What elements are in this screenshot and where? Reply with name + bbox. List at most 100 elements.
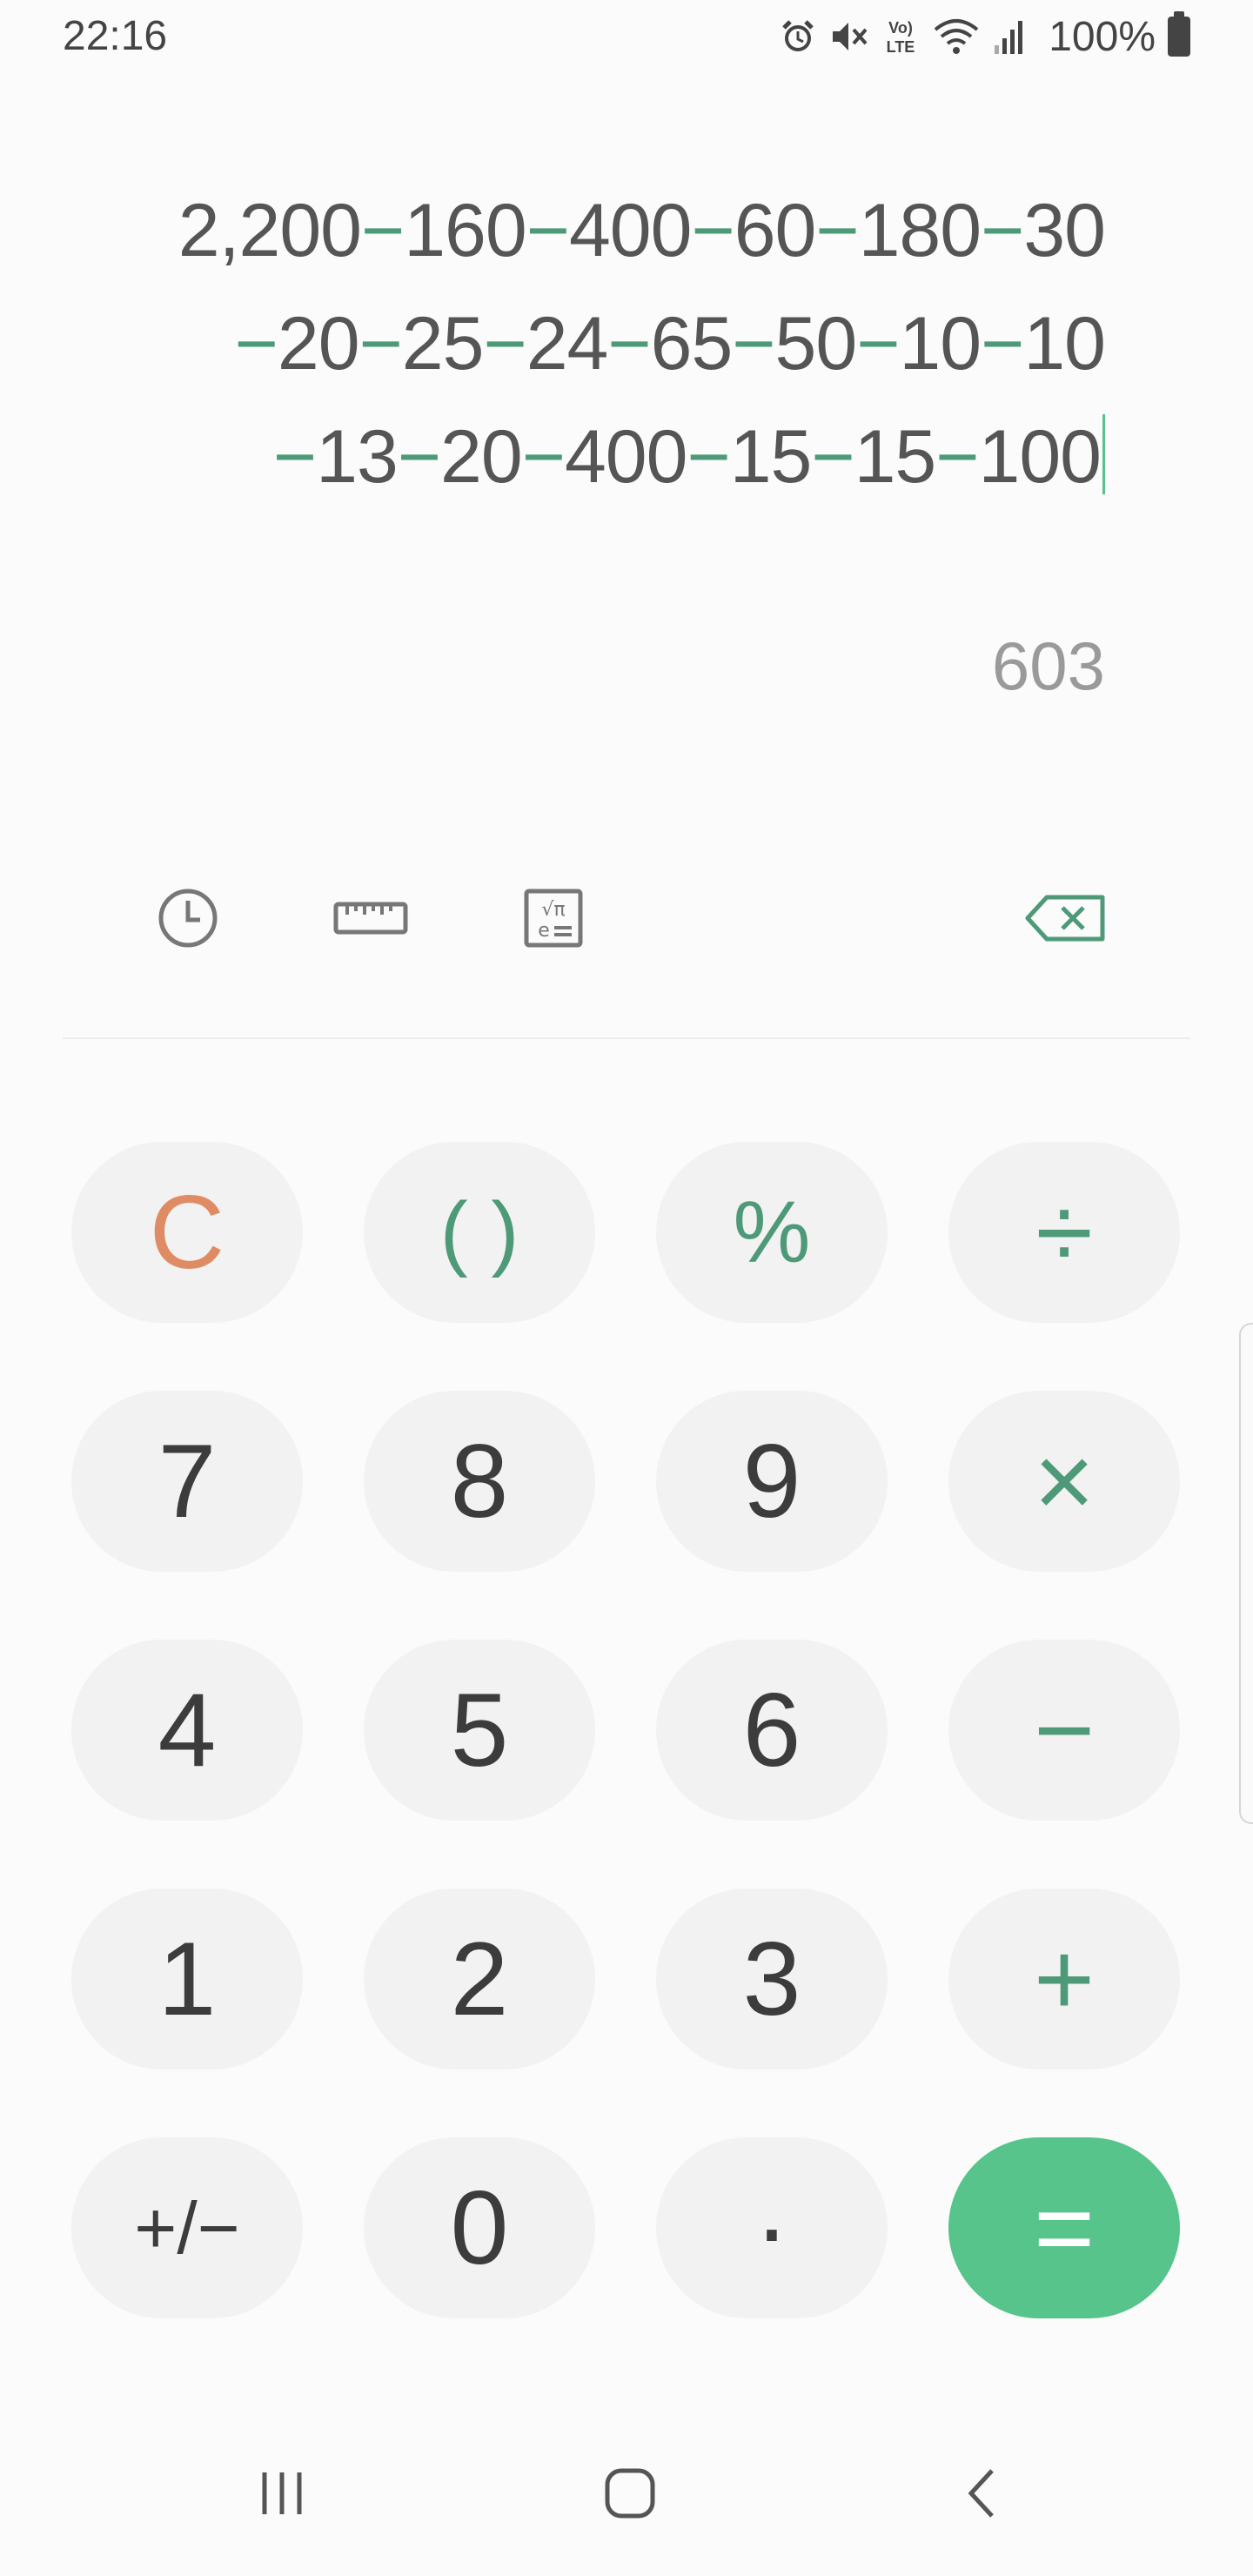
- sign-toggle-button[interactable]: +/−: [71, 2137, 303, 2318]
- equals-button[interactable]: =: [948, 2137, 1180, 2318]
- navigation-bar: [0, 2419, 1253, 2576]
- home-button[interactable]: [578, 2454, 682, 2532]
- recents-button[interactable]: [230, 2454, 334, 2532]
- divide-label: ÷: [1035, 1174, 1093, 1291]
- expression-operator: −: [607, 302, 651, 386]
- volte-icon: Vo) LTE: [887, 19, 915, 56]
- digit-1-label: 1: [157, 1921, 217, 2037]
- expression-line: 2,200−160−400−60−180−30: [148, 174, 1106, 287]
- decimal-button[interactable]: ·: [656, 2137, 888, 2318]
- parentheses-button[interactable]: ( ): [364, 1142, 595, 1323]
- expression-operator: −: [234, 302, 278, 386]
- battery-percent: 100%: [1049, 13, 1156, 60]
- expression-operator: −: [526, 189, 570, 272]
- clear-button[interactable]: C: [71, 1142, 303, 1323]
- expression-number: 180: [858, 189, 982, 272]
- expression-number: 13: [316, 415, 399, 499]
- toolbar: √π e: [0, 870, 1253, 966]
- expression-number: 20: [277, 302, 360, 386]
- parentheses-label: ( ): [439, 1185, 519, 1278]
- backspace-button[interactable]: [1018, 870, 1114, 966]
- percent-button[interactable]: %: [656, 1142, 888, 1323]
- digit-4-button[interactable]: 4: [71, 1640, 303, 1821]
- sign-toggle-label: +/−: [134, 2187, 240, 2269]
- digit-5-label: 5: [450, 1672, 509, 1788]
- backspace-icon: [1025, 895, 1105, 942]
- svg-text:e: e: [538, 920, 550, 942]
- expression-number: 10: [1023, 302, 1106, 386]
- expression-number: 2,200: [178, 189, 362, 272]
- digit-5-button[interactable]: 5: [364, 1640, 595, 1821]
- expression-operator: −: [521, 415, 566, 499]
- status-bar: 22:16 Vo) LTE 100%: [0, 0, 1253, 75]
- expression-number: 400: [564, 415, 687, 499]
- digit-2-label: 2: [450, 1921, 509, 2037]
- unit-converter-button[interactable]: [327, 870, 414, 966]
- minus-label: −: [1033, 1672, 1096, 1788]
- status-time: 22:16: [63, 13, 168, 59]
- expression-number: 20: [440, 415, 523, 499]
- home-icon: [605, 2468, 655, 2519]
- svg-text:√π: √π: [541, 899, 565, 921]
- expression-operator: −: [687, 415, 730, 499]
- status-icons: Vo) LTE 100%: [779, 10, 1190, 63]
- minus-button[interactable]: −: [948, 1640, 1180, 1821]
- svg-text:Vo): Vo): [888, 19, 913, 37]
- expression-display[interactable]: 2,200−160−400−60−180−30 −20−25−24−65−50−1…: [148, 174, 1106, 513]
- expression-line: −13−20−400−15−15−100: [148, 400, 1105, 513]
- multiply-label: ×: [1033, 1423, 1096, 1540]
- digit-8-label: 8: [450, 1423, 509, 1540]
- multiply-button[interactable]: ×: [948, 1391, 1180, 1572]
- digit-6-button[interactable]: 6: [656, 1640, 888, 1821]
- decimal-label: ·: [754, 2170, 789, 2286]
- divider: [63, 1037, 1190, 1039]
- digit-7-label: 7: [157, 1423, 217, 1540]
- expression-number: 65: [650, 302, 734, 386]
- alarm-icon: [782, 20, 814, 51]
- expression-operator: −: [483, 302, 526, 386]
- expression-operator: −: [935, 415, 979, 499]
- divide-button[interactable]: ÷: [948, 1142, 1180, 1323]
- back-icon: [968, 2469, 994, 2518]
- edge-panel-handle[interactable]: [1239, 1323, 1253, 1824]
- history-icon: [158, 889, 218, 948]
- expression-operator: −: [272, 415, 317, 499]
- scientific-icon: √π e: [524, 889, 583, 948]
- history-button[interactable]: [144, 870, 231, 966]
- signal-icon: [995, 21, 1023, 54]
- digit-9-button[interactable]: 9: [656, 1391, 888, 1572]
- expression-operator: −: [811, 415, 854, 499]
- plus-button[interactable]: +: [948, 1888, 1180, 2070]
- text-cursor: [1102, 414, 1105, 494]
- plus-label: +: [1033, 1921, 1096, 2037]
- result-preview: 603: [991, 627, 1105, 704]
- digit-2-button[interactable]: 2: [364, 1888, 595, 2070]
- expression-operator: −: [981, 189, 1024, 272]
- digit-0-label: 0: [450, 2170, 509, 2286]
- digit-7-button[interactable]: 7: [71, 1391, 303, 1572]
- digit-9-label: 9: [742, 1423, 801, 1540]
- expression-line: −20−25−24−65−50−10−10: [148, 287, 1106, 400]
- expression-number: 15: [854, 415, 937, 499]
- expression-number: 50: [774, 302, 858, 386]
- battery-icon: [1168, 11, 1190, 57]
- digit-3-label: 3: [742, 1921, 801, 2037]
- back-button[interactable]: [929, 2454, 1034, 2532]
- svg-text:LTE: LTE: [887, 38, 915, 56]
- expression-operator: −: [732, 302, 775, 386]
- digit-0-button[interactable]: 0: [364, 2137, 595, 2318]
- digit-1-button[interactable]: 1: [71, 1888, 303, 2070]
- expression-number: 100: [978, 415, 1102, 499]
- clear-label: C: [149, 1174, 225, 1291]
- digit-8-button[interactable]: 8: [364, 1391, 595, 1572]
- expression-number: 24: [526, 302, 609, 386]
- equals-label: =: [1033, 2170, 1096, 2286]
- scientific-button[interactable]: √π e: [510, 870, 597, 966]
- expression-number: 160: [404, 189, 526, 272]
- expression-number: 400: [568, 189, 692, 272]
- expression-operator: −: [815, 189, 859, 272]
- expression-operator: −: [397, 415, 441, 499]
- expression-number: 10: [899, 302, 982, 386]
- wifi-icon: [934, 19, 979, 54]
- digit-3-button[interactable]: 3: [656, 1888, 888, 2070]
